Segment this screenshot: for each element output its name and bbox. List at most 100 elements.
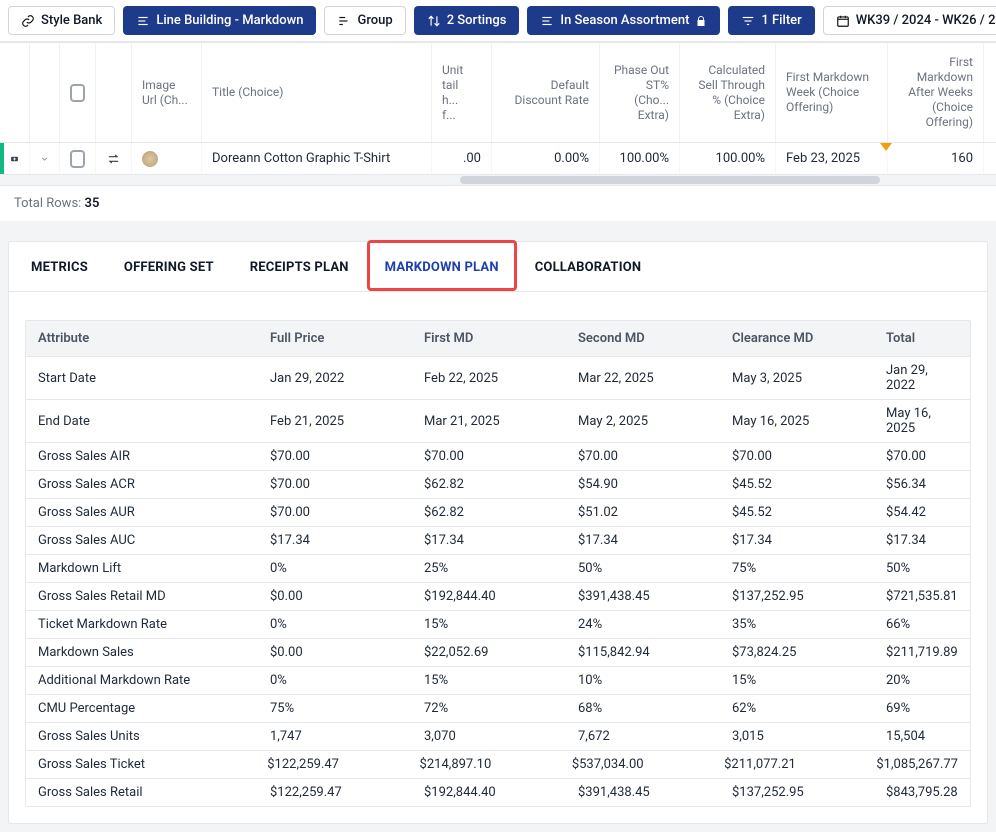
mtable-value-cell: 7,672	[566, 723, 720, 750]
group-button[interactable]: Group	[324, 6, 405, 35]
sortings-button[interactable]: 2 Sortings	[414, 6, 520, 35]
mtable-value-cell: Feb 22, 2025	[412, 357, 566, 399]
header-unit[interactable]: Unit tail h... f...	[432, 43, 492, 142]
mtable-value-cell: $22,052.69	[412, 639, 566, 666]
mtable-value-cell: 62%	[720, 695, 874, 722]
mtable-attr-cell: Start Date	[26, 357, 258, 399]
thumbnail-icon	[142, 151, 158, 167]
mtable-value-cell: $122,259.47	[255, 751, 407, 778]
mtable-value-cell: $62.82	[412, 471, 566, 498]
horizontal-scrollbar[interactable]	[0, 175, 996, 185]
mtable-row: Gross Sales Retail MD$0.00$192,844.40$39…	[26, 583, 970, 611]
assortment-button[interactable]: In Season Assortment	[527, 6, 720, 35]
mtable-row: Additional Markdown Rate0%15%10%15%20%	[26, 667, 970, 695]
mtable-attr-cell: CMU Percentage	[26, 695, 258, 722]
mh-attribute[interactable]: Attribute	[26, 321, 258, 356]
mtable-row: Ticket Markdown Rate0%15%24%35%66%	[26, 611, 970, 639]
mtable-row: Markdown Sales$0.00$22,052.69$115,842.94…	[26, 639, 970, 667]
header-phase[interactable]: Phase Out ST% (Cho... Extra)	[600, 43, 680, 142]
mtable-value-cell: Mar 22, 2025	[566, 357, 720, 399]
mh-full-price[interactable]: Full Price	[258, 321, 412, 356]
mtable-value-cell: $122,259.47	[258, 779, 412, 806]
tab-collaboration[interactable]: COLLABORATION	[529, 242, 648, 291]
style-bank-button[interactable]: Style Bank	[8, 6, 115, 35]
calendar-icon	[836, 14, 850, 28]
detail-panel: METRICS OFFERING SET RECEIPTS PLAN MARKD…	[8, 241, 988, 824]
filter-button[interactable]: 1 Filter	[728, 6, 814, 35]
sell-cell[interactable]: 100.00%	[680, 143, 776, 174]
first-md-cell[interactable]: Feb 23, 2025	[776, 143, 888, 174]
sortings-label: 2 Sortings	[447, 13, 507, 28]
swap-button[interactable]	[96, 143, 132, 174]
header-first-markdown[interactable]: First Markdown Week (Choice Offering)	[776, 43, 888, 142]
mh-second-md[interactable]: Second MD	[566, 321, 720, 356]
mtable-value-cell: 25%	[412, 555, 566, 582]
select-all-cell[interactable]	[60, 43, 96, 142]
mtable-value-cell: May 16, 2025	[720, 400, 874, 442]
total-rows: Total Rows: 35	[0, 185, 996, 221]
mtable-value-cell: $70.00	[566, 443, 720, 470]
table-row[interactable]: Doreann Cotton Graphic T-Shirt .00 0.00%…	[0, 143, 996, 175]
add-row-button[interactable]	[0, 143, 30, 174]
mtable-value-cell: 1,747	[258, 723, 412, 750]
header-discount[interactable]: Default Discount Rate	[492, 43, 600, 142]
mtable-value-cell: $843,795.28	[874, 779, 970, 806]
mtable-value-cell: $70.00	[720, 443, 874, 470]
title-cell[interactable]: Doreann Cotton Graphic T-Shirt	[202, 143, 432, 174]
mtable-value-cell: Mar 21, 2025	[412, 400, 566, 442]
mtable-value-cell: May 2, 2025	[566, 400, 720, 442]
mtable-value-cell: $17.34	[874, 527, 970, 554]
mtable-attr-cell: Gross Sales Ticket	[26, 751, 255, 778]
lock-icon	[695, 15, 707, 27]
mtable-row: Markdown Lift0%25%50%75%50%	[26, 555, 970, 583]
mtable-value-cell: 24%	[566, 611, 720, 638]
line-building-label: Line Building - Markdown	[156, 13, 303, 28]
row-checkbox[interactable]	[60, 143, 96, 174]
mtable-value-cell: $192,844.40	[412, 583, 566, 610]
mtable-attr-cell: End Date	[26, 400, 258, 442]
mtable-value-cell: $56.34	[874, 471, 970, 498]
link-icon	[21, 14, 35, 28]
marker-icon	[880, 143, 892, 151]
unit-cell[interactable]: .00	[432, 143, 492, 174]
expand-row-button[interactable]	[30, 143, 60, 174]
style-bank-label: Style Bank	[41, 13, 102, 28]
mtable-value-cell: $214,897.10	[408, 751, 560, 778]
mh-clearance-md[interactable]: Clearance MD	[720, 321, 874, 356]
mtable-value-cell: 68%	[566, 695, 720, 722]
mtable-value-cell: $70.00	[412, 443, 566, 470]
line-building-button[interactable]: Line Building - Markdown	[123, 6, 316, 35]
filter-icon	[741, 14, 755, 28]
mtable-row: Start DateJan 29, 2022Feb 22, 2025Mar 22…	[26, 357, 970, 400]
period-picker[interactable]: WK39 / 2024 - WK26 / 2025	[823, 6, 996, 35]
markdown-table: Attribute Full Price First MD Second MD …	[25, 320, 971, 807]
header-after-weeks[interactable]: First Markdown After Weeks (Choice Offer…	[888, 43, 984, 142]
mh-first-md[interactable]: First MD	[412, 321, 566, 356]
discount-cell[interactable]: 0.00%	[492, 143, 600, 174]
mtable-value-cell: $45.52	[720, 471, 874, 498]
phase-cell[interactable]: 100.00%	[600, 143, 680, 174]
tab-metrics[interactable]: METRICS	[25, 242, 94, 291]
mtable-value-cell: $537,034.00	[560, 751, 712, 778]
after-cell[interactable]: 160	[888, 143, 984, 174]
mtable-value-cell: 0%	[258, 667, 412, 694]
header-title[interactable]: Title (Choice)	[202, 43, 432, 142]
tab-offering-set[interactable]: OFFERING SET	[118, 242, 220, 291]
mtable-value-cell: $115,842.94	[566, 639, 720, 666]
image-cell[interactable]	[132, 143, 202, 174]
mtable-value-cell: Feb 21, 2025	[258, 400, 412, 442]
header-image[interactable]: Image Url (Ch...	[132, 43, 202, 142]
mtable-value-cell: 0%	[258, 555, 412, 582]
markdown-table-wrap: Attribute Full Price First MD Second MD …	[9, 292, 987, 823]
tab-markdown-plan[interactable]: MARKDOWN PLAN	[379, 242, 505, 291]
mtable-row: Gross Sales ACR$70.00$62.82$54.90$45.52$…	[26, 471, 970, 499]
grid-header-row: Image Url (Ch... Title (Choice) Unit tai…	[0, 43, 996, 143]
mtable-value-cell: $73,824.25	[720, 639, 874, 666]
tab-receipts-plan[interactable]: RECEIPTS PLAN	[244, 242, 355, 291]
mh-total[interactable]: Total	[874, 321, 970, 356]
header-sell-through[interactable]: Calculated Sell Through % (Choice Extra)	[680, 43, 776, 142]
scroll-thumb[interactable]	[460, 176, 880, 184]
mtable-header: Attribute Full Price First MD Second MD …	[26, 321, 970, 357]
group-icon	[337, 14, 351, 28]
mtable-attr-cell: Gross Sales Retail MD	[26, 583, 258, 610]
